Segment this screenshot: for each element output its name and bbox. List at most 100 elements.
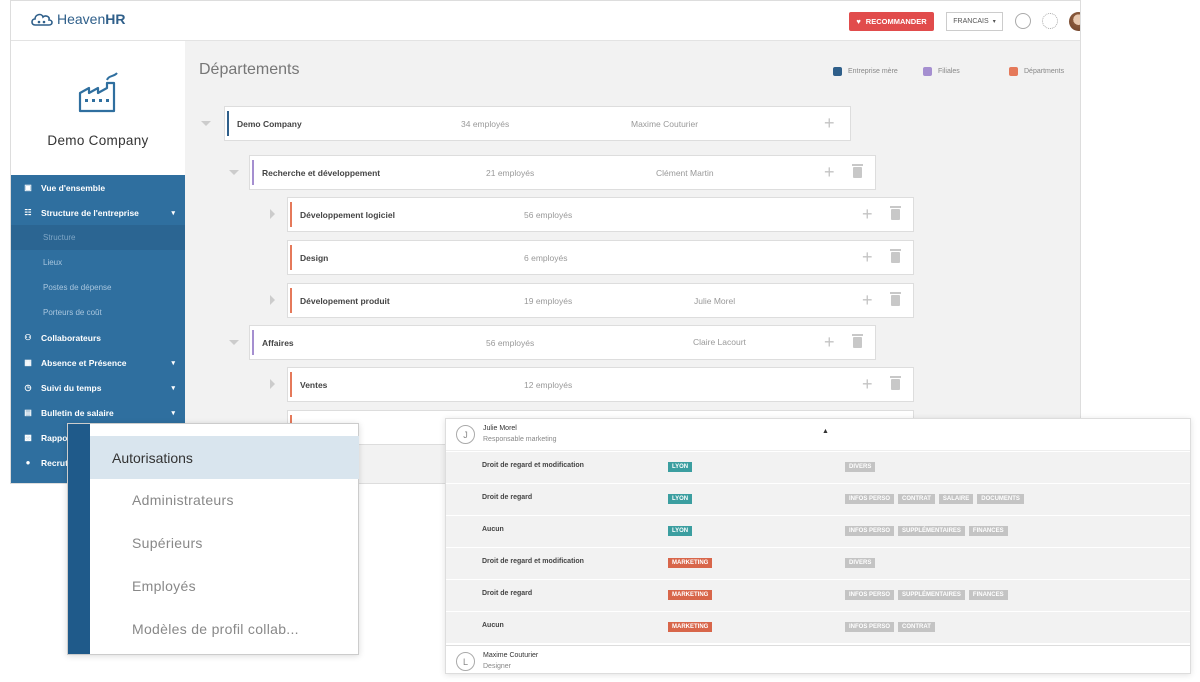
permission-label: Droit de regard et modification — [482, 462, 584, 469]
collapse-toggle-icon[interactable] — [229, 340, 239, 345]
collapse-toggle-icon[interactable] — [229, 170, 239, 175]
scope-tag: LYON — [668, 526, 693, 536]
category-chip: FINANCES — [968, 526, 1008, 536]
row-color-bar — [290, 288, 292, 313]
category-chip: INFOS PERSO — [845, 494, 895, 504]
row-count: 34 employés — [461, 118, 510, 129]
row-color-bar — [252, 160, 254, 185]
language-select[interactable]: FRANCAIS ▾ — [946, 12, 1003, 31]
permission-row: Droit de regard et modification MARKETIN… — [446, 548, 1190, 580]
add-icon[interactable]: + — [824, 332, 835, 353]
chevron-up-icon[interactable]: ▲ — [822, 428, 829, 435]
expand-toggle-icon[interactable] — [270, 209, 275, 219]
authorizations-header[interactable]: Autorisations — [90, 436, 359, 479]
department-row[interactable]: Design 6 employés + — [287, 240, 914, 275]
row-count: 56 employés — [486, 337, 535, 348]
category-chips: INFOS PERSO SUPPLÉMENTAIRES FINANCES — [845, 526, 1008, 536]
trash-icon[interactable] — [852, 334, 863, 348]
avatar: J — [456, 425, 475, 444]
row-manager: Maxime Couturier — [631, 118, 699, 129]
row-name: Design — [300, 252, 329, 263]
sidebar-subitem-cost-bearers[interactable]: Porteurs de coût — [11, 300, 185, 325]
collapse-toggle-icon[interactable] — [201, 121, 211, 126]
sidebar-item-absence[interactable]: ▦ Absence et Présence ▾ — [11, 350, 185, 375]
department-row[interactable]: Recherche et développement 21 employés C… — [249, 155, 876, 190]
trash-icon[interactable] — [890, 206, 901, 220]
sidebar-item-overview[interactable]: ▣ Vue d'ensemble — [11, 175, 185, 200]
department-row[interactable]: Développement logiciel 56 employés + — [287, 197, 914, 232]
sidebar-subitem-locations[interactable]: Lieux — [11, 250, 185, 275]
gear-icon[interactable] — [1042, 13, 1058, 29]
avatar[interactable] — [1069, 12, 1080, 31]
row-count: 19 employés — [524, 295, 573, 306]
language-label: FRANCAIS — [953, 18, 989, 25]
scope-tag: MARKETING — [668, 558, 713, 568]
trash-icon[interactable] — [890, 249, 901, 263]
document-icon: ▤ — [24, 408, 32, 417]
page-title: Départements — [199, 61, 300, 78]
department-row[interactable]: Affaires 56 employés Claire Lacourt + — [249, 325, 876, 360]
category-chip: SALAIRE — [938, 494, 974, 504]
expand-toggle-icon[interactable] — [270, 379, 275, 389]
add-icon[interactable]: + — [862, 374, 873, 395]
trash-icon[interactable] — [890, 292, 901, 306]
authorizations-item[interactable]: Supérieurs — [132, 535, 203, 551]
category-chip: FINANCES — [968, 590, 1008, 600]
authorizations-item[interactable]: Modèles de profil collab... — [132, 621, 299, 637]
dashboard-icon: ▣ — [24, 183, 32, 192]
row-color-bar — [290, 245, 292, 270]
sidebar-subitem-structure[interactable]: Structure — [11, 225, 185, 250]
department-row[interactable]: Ventes 12 employés + — [287, 367, 914, 402]
sidebar-item-label: Bulletin de salaire — [41, 407, 114, 418]
user-header[interactable]: J Julie Morel Responsable marketing ▲ — [446, 419, 1190, 451]
category-chip: SUPPLÉMENTAIRES — [898, 590, 965, 600]
legend-swatch — [923, 67, 932, 76]
category-chip: SUPPLÉMENTAIRES — [898, 526, 965, 536]
scope-tag: LYON — [668, 494, 693, 504]
sidebar-item-payslip[interactable]: ▤ Bulletin de salaire ▾ — [11, 400, 185, 425]
briefcase-icon: ● — [25, 458, 31, 467]
recommend-button[interactable]: ♥ RECOMMANDER — [849, 12, 934, 31]
user-header[interactable]: L Maxime Couturier Designer — [446, 645, 1190, 673]
phone-icon[interactable] — [1015, 13, 1031, 29]
row-count: 12 employés — [524, 379, 573, 390]
sidebar-item-label: Collaborateurs — [41, 332, 101, 343]
department-row[interactable]: Dévelopement produit 19 employés Julie M… — [287, 283, 914, 318]
department-row[interactable]: Demo Company 34 employés Maxime Couturie… — [224, 106, 851, 141]
add-icon[interactable]: + — [862, 204, 873, 225]
sidebar-item-time-tracking[interactable]: ◷ Suivi du temps ▾ — [11, 375, 185, 400]
logo[interactable]: HeavenHR — [31, 11, 126, 27]
company-name: Demo Company — [47, 133, 149, 148]
add-icon[interactable]: + — [824, 162, 835, 183]
row-manager: Clément Martin — [656, 167, 714, 178]
row-count: 56 employés — [524, 209, 573, 220]
add-icon[interactable]: + — [862, 290, 873, 311]
category-chips: INFOS PERSO SUPPLÉMENTAIRES FINANCES — [845, 590, 1008, 600]
sidebar-item-structure-company[interactable]: ☷ Structure de l'entreprise ▾ — [11, 200, 185, 225]
sidebar-item-label: Suivi du temps — [41, 382, 102, 393]
authorizations-item[interactable]: Administrateurs — [132, 492, 234, 508]
permission-label: Droit de regard — [482, 590, 533, 597]
row-manager: Julie Morel — [694, 295, 736, 306]
category-chip: DIVERS — [845, 558, 876, 568]
trash-icon[interactable] — [852, 164, 863, 178]
row-name: Développement logiciel — [300, 209, 395, 220]
add-icon[interactable]: + — [862, 247, 873, 268]
authorizations-item[interactable]: Employés — [132, 578, 196, 594]
trash-icon[interactable] — [890, 376, 901, 390]
permission-row: Droit de regard MARKETING INFOS PERSO SU… — [446, 580, 1190, 612]
sidebar-item-employees[interactable]: ⚇ Collaborateurs — [11, 325, 185, 350]
category-chip: DOCUMENTS — [977, 494, 1024, 504]
expand-toggle-icon[interactable] — [270, 295, 275, 305]
permission-label: Aucun — [482, 622, 504, 629]
people-icon: ⚇ — [24, 333, 32, 342]
permission-label: Droit de regard et modification — [482, 558, 584, 565]
add-icon[interactable]: + — [824, 113, 835, 134]
sidebar-subitem-expense-posts[interactable]: Postes de dépense — [11, 275, 185, 300]
legend-item-parent: Entreprise mère — [833, 67, 898, 76]
sidebar: Demo Company ▣ Vue d'ensemble ☷ Structure … — [11, 41, 185, 483]
row-color-bar — [227, 111, 229, 136]
org-chart-icon: ☷ — [24, 208, 32, 217]
category-chip: INFOS PERSO — [845, 526, 895, 536]
legend-swatch — [833, 67, 842, 76]
